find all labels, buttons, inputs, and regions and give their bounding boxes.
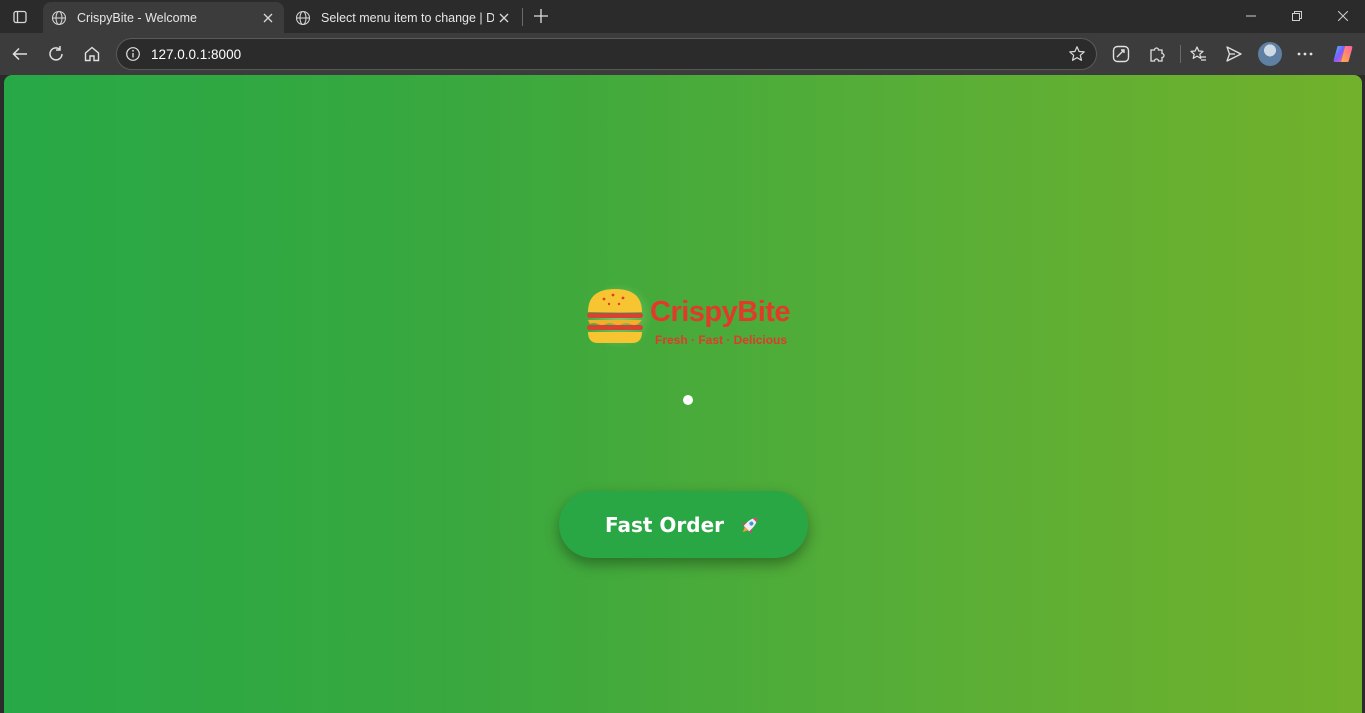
reload-button[interactable] xyxy=(43,41,69,67)
puzzle-icon xyxy=(1150,47,1165,62)
toolbar-separator xyxy=(1180,45,1181,63)
plus-icon xyxy=(534,9,548,23)
fast-order-label: Fast Order xyxy=(604,512,725,537)
tab-title: CrispyBite - Welcome xyxy=(77,10,197,25)
tab-actions-icon xyxy=(13,10,27,24)
performance-icon xyxy=(1112,45,1130,63)
tab-select-menu-item[interactable]: Select menu item to change | Dja xyxy=(287,2,520,33)
globe-icon xyxy=(295,10,311,25)
extensions-button[interactable] xyxy=(1144,41,1170,67)
favorites-button[interactable] xyxy=(1185,41,1211,67)
rocket-icon xyxy=(741,517,758,533)
tab-strip: CrispyBite - Welcome Select menu item to… xyxy=(0,0,1365,33)
brand-tagline: Fresh · Fast · Delicious xyxy=(655,333,788,347)
back-button[interactable] xyxy=(7,41,33,67)
arrow-left-icon xyxy=(12,47,27,61)
brand-logo: CrispyBite Fresh · Fast · Delicious xyxy=(582,278,792,354)
burger-icon xyxy=(587,289,643,343)
tab-actions-menu-button[interactable] xyxy=(8,6,32,28)
tab-crispybite-welcome[interactable]: CrispyBite - Welcome xyxy=(43,2,284,33)
share-button[interactable] xyxy=(1221,41,1247,67)
new-tab-button[interactable] xyxy=(530,5,552,27)
restore-icon xyxy=(1292,11,1302,21)
globe-icon xyxy=(51,10,67,25)
profile-avatar[interactable] xyxy=(1258,42,1282,66)
fast-order-button[interactable]: Fast Order xyxy=(559,491,808,558)
info-icon[interactable] xyxy=(125,46,141,62)
send-icon xyxy=(1226,46,1242,62)
settings-more-button[interactable] xyxy=(1292,41,1318,67)
close-tab-icon[interactable] xyxy=(258,8,278,28)
browser-toolbar: 127.0.0.1:8000 xyxy=(0,33,1365,75)
favorites-icon xyxy=(1190,46,1206,61)
browser-essentials-button[interactable] xyxy=(1108,41,1134,67)
mouse-cursor-dot xyxy=(683,395,693,405)
reload-icon xyxy=(49,46,63,61)
brand-name: CrispyBite xyxy=(650,296,791,328)
address-url[interactable]: 127.0.0.1:8000 xyxy=(151,47,241,62)
minimize-button[interactable] xyxy=(1236,4,1266,28)
address-bar[interactable]: 127.0.0.1:8000 xyxy=(116,38,1097,70)
copilot-icon xyxy=(1333,46,1353,62)
tab-separator xyxy=(522,8,523,26)
home-button[interactable] xyxy=(79,41,105,67)
minimize-icon xyxy=(1246,15,1256,17)
tab-title: Select menu item to change | Dja xyxy=(321,10,494,25)
restore-button[interactable] xyxy=(1282,4,1312,28)
favorite-star-icon[interactable] xyxy=(1068,45,1086,63)
home-icon xyxy=(84,46,100,62)
close-tab-icon[interactable] xyxy=(494,8,514,28)
more-dots-icon xyxy=(1297,52,1313,56)
copilot-button[interactable] xyxy=(1330,41,1356,67)
close-icon xyxy=(1338,11,1348,21)
page-viewport: CrispyBite Fresh · Fast · Delicious Fast… xyxy=(4,75,1362,713)
close-window-button[interactable] xyxy=(1328,4,1358,28)
